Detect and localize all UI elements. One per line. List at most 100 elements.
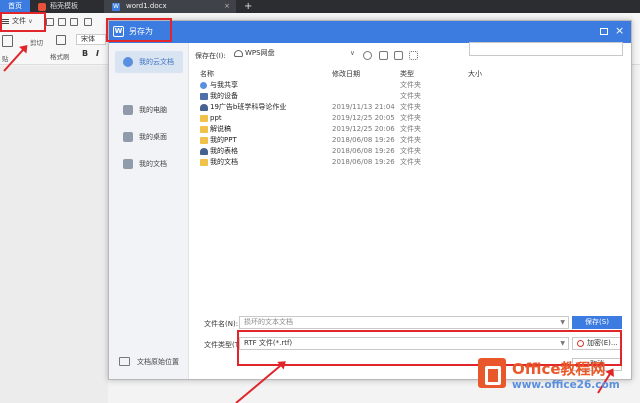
file-date: 2018/06/08 19:26: [332, 136, 395, 144]
view-mode-icon[interactable]: [409, 51, 418, 60]
folder-icon: [200, 137, 208, 144]
back-icon[interactable]: [363, 51, 372, 60]
chevron-down-icon: ∨: [349, 49, 355, 57]
file-type: 文件夹: [400, 147, 421, 155]
filename-label: 文件名(N):: [204, 320, 239, 328]
watermark-brand: Office教程网: [512, 360, 606, 378]
document-area: [0, 66, 108, 403]
folder-icon: [200, 126, 208, 133]
italic-button[interactable]: I: [96, 49, 99, 58]
print-icon[interactable]: [58, 18, 66, 26]
column-size[interactable]: 大小: [468, 69, 482, 79]
watermark: Office教程网 www.office26.com: [478, 356, 636, 402]
save-icon[interactable]: [46, 18, 54, 26]
highlight-file-menu: [0, 12, 46, 32]
column-type[interactable]: 类型: [400, 69, 414, 79]
list-item[interactable]: ppt 2019/12/25 20:05 文件夹: [195, 113, 625, 124]
file-name: 与我共享: [210, 81, 238, 89]
list-item[interactable]: 我的设备 文件夹: [195, 91, 625, 102]
file-list-header: 名称 修改日期 类型 大小: [195, 67, 625, 79]
dialog-title-bar: W 另存为 ×: [109, 21, 631, 43]
file-name: 我的设备: [210, 92, 238, 100]
file-name: 解说稿: [210, 125, 231, 133]
sidebar-item-label: 我的云文档: [139, 58, 174, 66]
file-type: 文件夹: [400, 103, 421, 111]
sidebar-item-my-documents[interactable]: 我的文档: [115, 153, 183, 175]
file-type: 文件夹: [400, 81, 421, 89]
sidebar-item-label: 我的文档: [139, 160, 167, 168]
paste-icon[interactable]: [2, 35, 13, 47]
writer-icon: W: [112, 3, 120, 11]
chevron-down-icon: ▼: [560, 319, 565, 326]
file-type: 文件夹: [400, 92, 421, 100]
original-location-button[interactable]: 文档原始位置: [117, 355, 187, 369]
sidebar-item-desktop[interactable]: 我的桌面: [115, 126, 183, 148]
tab-document-label: word1.docx: [126, 2, 167, 10]
file-date: 2019/12/25 20:06: [332, 125, 395, 133]
folder-icon: [200, 159, 208, 166]
sidebar-item-label: 我的电脑: [139, 106, 167, 114]
docer-icon: [38, 3, 46, 11]
list-item[interactable]: 与我共享 文件夹: [195, 80, 625, 91]
tab-template-label: 稻壳模板: [50, 2, 78, 10]
device-icon: [200, 93, 208, 100]
new-tab-button[interactable]: +: [244, 0, 258, 13]
computer-icon: [123, 105, 133, 115]
close-icon[interactable]: ×: [615, 24, 624, 38]
sidebar-item-my-computer[interactable]: 我的电脑: [115, 99, 183, 121]
user-folder-icon: [200, 148, 208, 155]
watermark-url: www.office26.com: [512, 379, 620, 391]
file-name: 我的PPT: [210, 136, 237, 144]
file-type: 文件夹: [400, 114, 421, 122]
column-date[interactable]: 修改日期: [332, 69, 360, 79]
app-tab-bar: 首页 稻壳模板 W word1.docx × +: [0, 0, 640, 13]
bold-button[interactable]: B: [82, 49, 88, 58]
save-in-select[interactable]: WPS网盘 ∨: [233, 48, 357, 61]
column-name[interactable]: 名称: [200, 69, 214, 79]
font-name-select[interactable]: 宋体: [76, 34, 106, 45]
file-name: ppt: [210, 114, 222, 122]
format-painter-label: 格式刷: [50, 53, 70, 61]
cut-button[interactable]: 剪切: [30, 37, 43, 47]
save-in-value: WPS网盘: [245, 49, 275, 57]
folder-icon: [200, 115, 208, 122]
cloud-icon: [123, 57, 133, 67]
file-name: 我的文档: [210, 158, 238, 166]
file-type: 文件夹: [400, 136, 421, 144]
highlight-dialog-title: [106, 18, 172, 42]
maximize-icon[interactable]: [600, 28, 608, 35]
tab-close-icon[interactable]: ×: [224, 0, 230, 13]
format-painter-icon[interactable]: [56, 35, 66, 45]
list-item[interactable]: 我的文档 2018/06/08 19:26 文件夹: [195, 157, 625, 168]
save-as-dialog: W 另存为 × 我的云文档 我的电脑 我的桌面 我的文档 文档原始位置 保存在(…: [108, 20, 632, 380]
documents-icon: [123, 159, 133, 169]
new-folder-icon[interactable]: [394, 51, 403, 60]
file-type: 文件夹: [400, 158, 421, 166]
filename-value: 损坏的文本文档: [244, 318, 293, 326]
share-icon: [200, 82, 207, 89]
save-button[interactable]: 保存(S): [572, 316, 622, 329]
search-input[interactable]: [469, 42, 623, 56]
sidebar-item-cloud-docs[interactable]: 我的云文档: [115, 51, 183, 73]
print-preview-icon[interactable]: [70, 18, 78, 26]
file-date: 2018/06/08 19:26: [332, 158, 395, 166]
original-location-label: 文档原始位置: [137, 358, 179, 366]
cloud-icon: [234, 50, 243, 57]
list-item[interactable]: 我的PPT 2018/06/08 19:26 文件夹: [195, 135, 625, 146]
list-item[interactable]: 19广告b班学科导论作业 2019/11/13 21:04 文件夹: [195, 102, 625, 113]
user-folder-icon: [200, 104, 208, 111]
save-in-label: 保存在(I):: [195, 52, 226, 60]
file-name: 我的表格: [210, 147, 238, 155]
tab-document[interactable]: W word1.docx ×: [104, 0, 236, 13]
list-item[interactable]: 解说稿 2019/12/25 20:06 文件夹: [195, 124, 625, 135]
list-item[interactable]: 我的表格 2018/06/08 19:26 文件夹: [195, 146, 625, 157]
file-date: 2019/12/25 20:05: [332, 114, 395, 122]
undo-icon[interactable]: [84, 18, 92, 26]
office-logo-icon: [478, 358, 506, 388]
filename-input[interactable]: 损坏的文本文档 ▼: [239, 316, 569, 329]
paste-label: 贴: [2, 55, 9, 63]
file-name: 19广告b班学科导论作业: [210, 103, 287, 111]
dialog-sidebar: 我的云文档 我的电脑 我的桌面 我的文档 文档原始位置: [109, 43, 189, 379]
file-date: 2018/06/08 19:26: [332, 147, 395, 155]
up-folder-icon[interactable]: [379, 51, 388, 60]
